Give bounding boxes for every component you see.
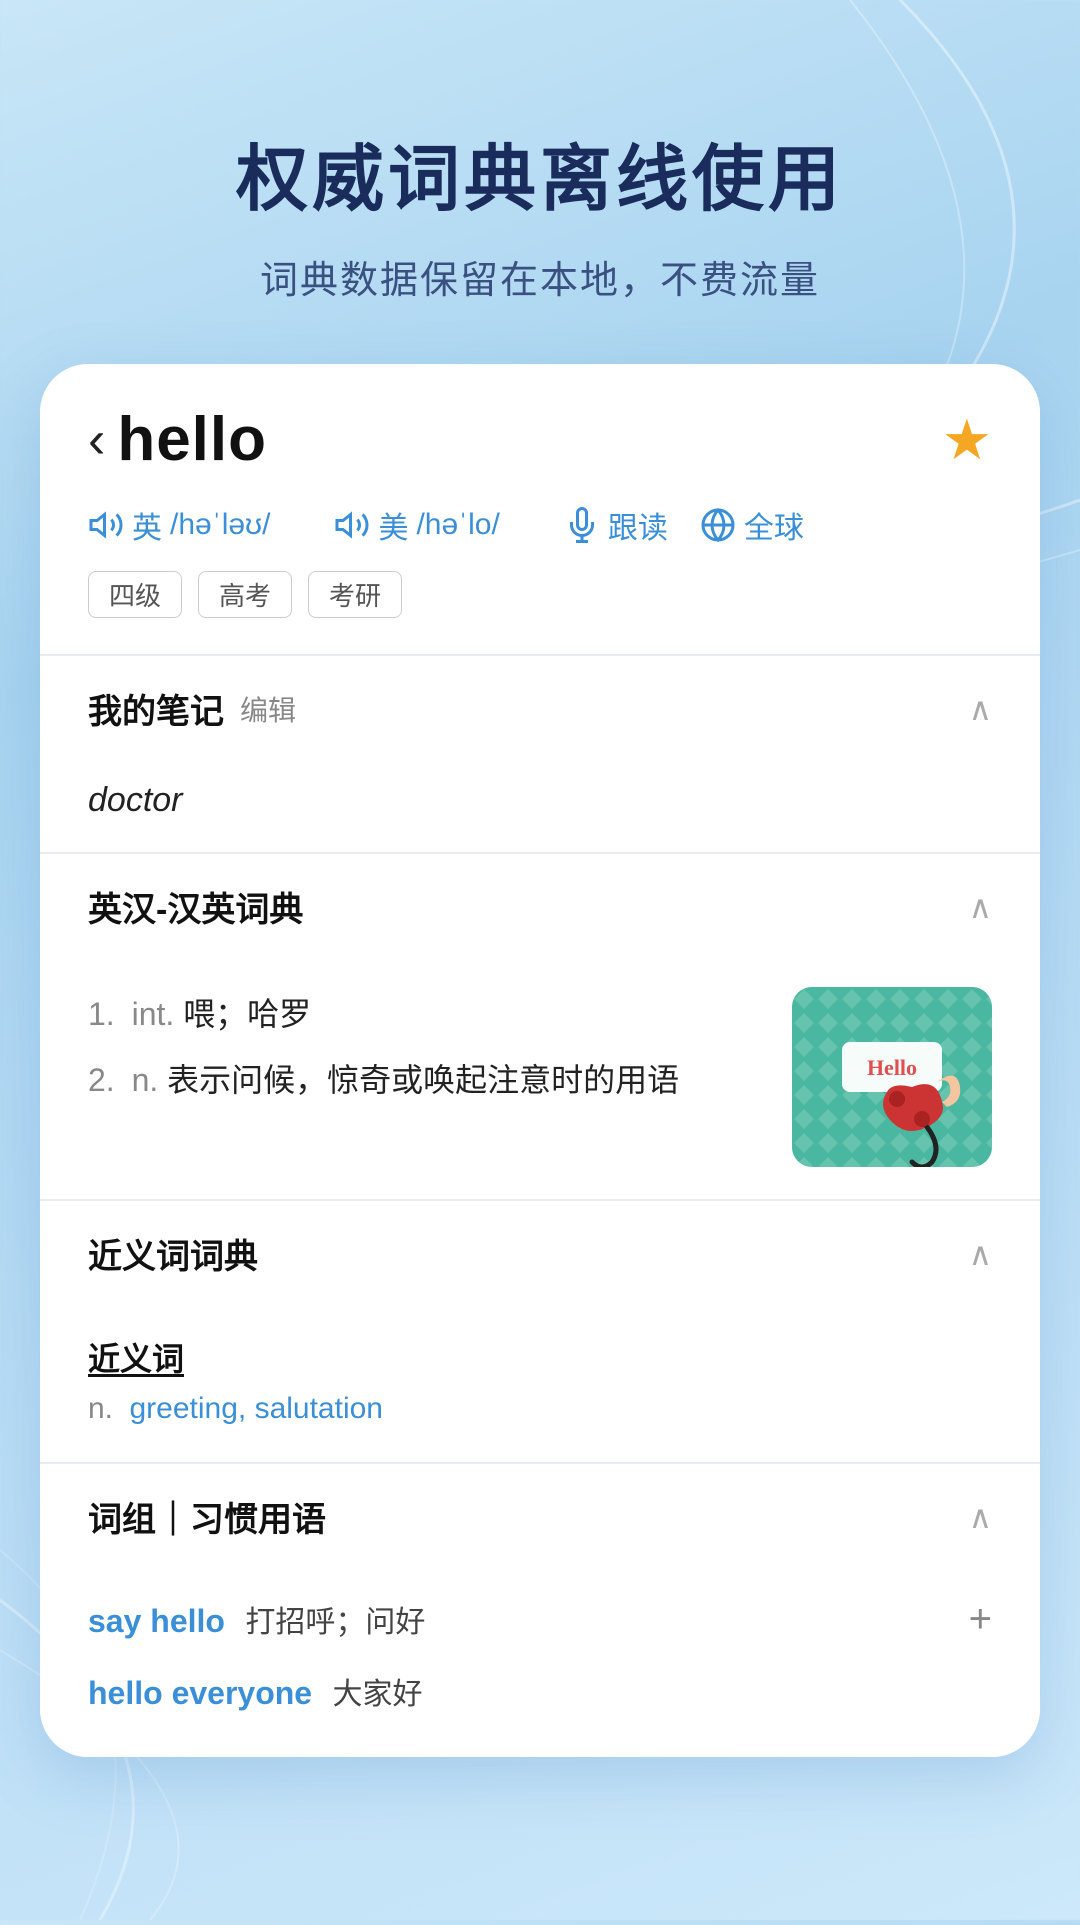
phrase-row-1: say hello 打招呼；问好 + (88, 1597, 992, 1641)
american-symbol: /həˈlo/ (416, 508, 499, 542)
synonym-pos: n. (88, 1392, 113, 1425)
dict-def-pos-2: n. (132, 1062, 168, 1098)
speaker-british-icon (88, 507, 124, 543)
global-button[interactable]: 全球 (700, 503, 804, 547)
word-header: ‹ hello ★ 英 /həˈləʊ/ (40, 364, 1040, 654)
word-title-left: ‹ hello (88, 404, 267, 475)
note-text: doctor (88, 781, 183, 819)
speaker-american-icon (334, 507, 370, 543)
phrase-english-1[interactable]: say hello (88, 1603, 225, 1639)
british-phonetic[interactable]: 英 /həˈləʊ/ (88, 503, 270, 547)
british-lang-label: 英 (132, 503, 162, 547)
notes-collapse-button[interactable]: ∧ (969, 690, 992, 728)
synonym-section-header: 近义词词典 ∧ (40, 1201, 1040, 1306)
dict-entry-row: 1. int. 喂；哈罗 2. n. 表示问候，惊奇或唤起注意时的用语 (88, 987, 992, 1167)
word-display: hello (117, 404, 267, 475)
dict-content: 1. int. 喂；哈罗 2. n. 表示问候，惊奇或唤起注意时的用语 (40, 959, 1040, 1199)
phonetics-row: 英 /həˈləʊ/ 美 /həˈlo/ (88, 503, 992, 547)
mic-icon (564, 507, 600, 543)
phrase-text-1: say hello 打招呼；问好 (88, 1597, 425, 1641)
dictionary-card: ‹ hello ★ 英 /həˈləʊ/ (40, 364, 1040, 1757)
notes-title: 我的笔记 (88, 684, 224, 733)
notes-content: doctor (40, 761, 1040, 852)
star-favorite-button[interactable]: ★ (942, 407, 992, 473)
dict-title: 英汉-汉英词典 (88, 882, 303, 931)
synonym-title: 近义词词典 (88, 1229, 258, 1278)
american-lang-label: 美 (378, 503, 408, 547)
notes-section-header: 我的笔记 编辑 ∧ (40, 656, 1040, 761)
phrases-content: say hello 打招呼；问好 + hello everyone 大家好 (40, 1569, 1040, 1757)
notes-header-left: 我的笔记 编辑 (88, 684, 296, 733)
synonym-words-row: n. greeting, salutation (88, 1392, 992, 1426)
back-button[interactable]: ‹ (88, 414, 105, 466)
tag-kaoyan: 考研 (308, 571, 402, 618)
word-title-row: ‹ hello ★ (88, 404, 992, 475)
phrase-row-2: hello everyone 大家好 (88, 1669, 992, 1713)
dict-def-meaning-2: 表示问候，惊奇或唤起注意时的用语 (167, 1062, 679, 1098)
hello-illustration: Hello (792, 987, 992, 1167)
dict-def-num-2: 2. (88, 1062, 115, 1098)
american-phonetic[interactable]: 美 /həˈlo/ (334, 503, 499, 547)
sub-title: 词典数据保留在本地，不费流量 (0, 249, 1080, 304)
dict-def-2: 2. n. 表示问候，惊奇或唤起注意时的用语 (88, 1053, 768, 1107)
phrases-collapse-button[interactable]: ∧ (969, 1498, 992, 1536)
phrase-chinese-1: 打招呼；问好 (245, 1606, 425, 1639)
dict-def-pos-1: int. (132, 996, 184, 1032)
synonym-subtitle: 近义词 (88, 1334, 992, 1380)
tag-gaokao: 高考 (198, 571, 292, 618)
notes-edit-button[interactable]: 编辑 (240, 689, 296, 729)
synonym-word-list[interactable]: greeting, salutation (129, 1392, 383, 1425)
main-title: 权威词典离线使用 (0, 120, 1080, 225)
phrase-text-2: hello everyone 大家好 (88, 1669, 423, 1713)
dict-section-header: 英汉-汉英词典 ∧ (40, 854, 1040, 959)
british-symbol: /həˈləʊ/ (170, 508, 270, 542)
dict-def-num-1: 1. (88, 996, 115, 1032)
dict-collapse-button[interactable]: ∧ (969, 888, 992, 926)
phrase-chinese-2: 大家好 (333, 1678, 423, 1711)
global-icon (700, 507, 736, 543)
global-label: 全球 (744, 503, 804, 547)
tag-sijie: 四级 (88, 571, 182, 618)
dict-def-meaning-1: 喂；哈罗 (183, 996, 311, 1032)
synonym-content: 近义词 n. greeting, salutation (40, 1306, 1040, 1462)
follow-read-button[interactable]: 跟读 (564, 503, 668, 547)
dict-def-1: 1. int. 喂；哈罗 (88, 987, 768, 1041)
phrase-english-2[interactable]: hello everyone (88, 1675, 312, 1711)
phrase-add-button-1[interactable]: + (969, 1599, 992, 1639)
phrases-title: 词组｜习惯用语 (88, 1492, 326, 1541)
svg-text:Hello: Hello (867, 1055, 917, 1080)
top-section: 权威词典离线使用 词典数据保留在本地，不费流量 (0, 0, 1080, 364)
phrases-section-header: 词组｜习惯用语 ∧ (40, 1464, 1040, 1569)
dict-definitions: 1. int. 喂；哈罗 2. n. 表示问候，惊奇或唤起注意时的用语 (88, 987, 768, 1120)
follow-read-label: 跟读 (608, 503, 668, 547)
synonym-collapse-button[interactable]: ∧ (969, 1235, 992, 1273)
tags-row: 四级 高考 考研 (88, 571, 992, 618)
